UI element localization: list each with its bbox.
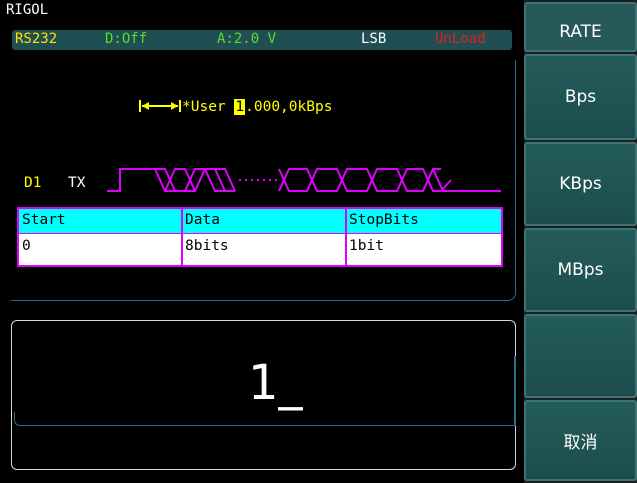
frame-format-table: Start Data StopBits 0 8bits 1bit: [17, 207, 503, 267]
status-load: UnLoad: [435, 31, 486, 47]
status-digital: D:Off: [105, 31, 148, 47]
entry-value: 1_: [248, 355, 303, 411]
status-interface: RS232: [15, 31, 58, 47]
softkey-empty[interactable]: [524, 314, 637, 398]
rate-prefix: *User: [182, 99, 235, 115]
table-divider: [181, 209, 183, 265]
softkey-menu: RATE Bps KBps MBps 取消: [524, 0, 637, 483]
col-header-start: Start: [22, 212, 66, 228]
softkey-rate-title: RATE: [524, 2, 637, 52]
col-header-stopbits: StopBits: [349, 212, 419, 228]
table-divider: [19, 233, 501, 234]
table-row: [19, 234, 501, 265]
col-header-data: Data: [185, 212, 220, 228]
stop-bits-value: 1bit: [349, 238, 384, 254]
channel-label: D1: [24, 175, 42, 191]
brand-logo: RIGOL: [6, 2, 49, 18]
rate-cursor-digit: 1: [234, 99, 246, 115]
table-divider: [345, 209, 347, 265]
softkey-cancel[interactable]: 取消: [524, 400, 637, 481]
baud-rate-display: *User 1.000,0kBps: [138, 99, 332, 115]
softkey-mbps[interactable]: MBps: [524, 228, 637, 312]
softkey-kbps[interactable]: KBps: [524, 142, 637, 226]
line-label: TX: [68, 175, 86, 191]
data-bits-value: 8bits: [185, 238, 229, 254]
rate-value: .000,0kBps: [245, 99, 333, 115]
softkey-bps[interactable]: Bps: [524, 54, 637, 140]
entry-underline: [14, 356, 516, 426]
status-analog: A:2.0 V: [217, 31, 277, 47]
bit-width-icon: [139, 100, 181, 112]
status-bit-order: LSB: [361, 31, 387, 47]
tx-waveform: [107, 168, 501, 192]
status-bar: RS232 D:Off A:2.0 V LSB UnLoad: [12, 30, 512, 50]
start-bits-value: 0: [22, 238, 31, 254]
table-header: [19, 209, 501, 233]
